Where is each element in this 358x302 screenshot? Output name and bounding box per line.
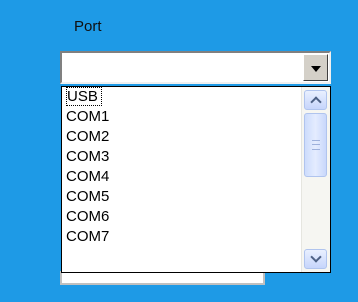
- grip-icon: [312, 140, 320, 150]
- port-option-com4[interactable]: COM4: [62, 167, 302, 187]
- port-option-com5[interactable]: COM5: [62, 187, 302, 207]
- chevron-up-icon: [310, 96, 322, 108]
- scrollbar-thumb[interactable]: [304, 113, 327, 177]
- port-option-com1[interactable]: COM1: [62, 107, 302, 127]
- port-combobox[interactable]: [60, 51, 331, 84]
- port-option-com3[interactable]: COM3: [62, 147, 302, 167]
- triangle-down-icon: [311, 66, 321, 72]
- port-option-usb[interactable]: USB: [62, 87, 302, 107]
- port-options: USB COM1 COM2 COM3 COM4 COM5 COM6 COM7: [62, 87, 302, 247]
- port-label: Port: [74, 18, 102, 35]
- port-option-com2[interactable]: COM2: [62, 127, 302, 147]
- port-list-scrollbar[interactable]: [301, 87, 330, 272]
- scroll-up-button[interactable]: [304, 90, 327, 110]
- port-dropdown-button[interactable]: [303, 54, 328, 81]
- port-field-lower-edge: [60, 271, 265, 285]
- scroll-down-button[interactable]: [304, 249, 327, 269]
- port-option-com7[interactable]: COM7: [62, 227, 302, 247]
- chevron-down-icon: [310, 251, 322, 263]
- port-dropdown-list[interactable]: USB COM1 COM2 COM3 COM4 COM5 COM6 COM7: [61, 86, 331, 273]
- port-option-com6[interactable]: COM6: [62, 207, 302, 227]
